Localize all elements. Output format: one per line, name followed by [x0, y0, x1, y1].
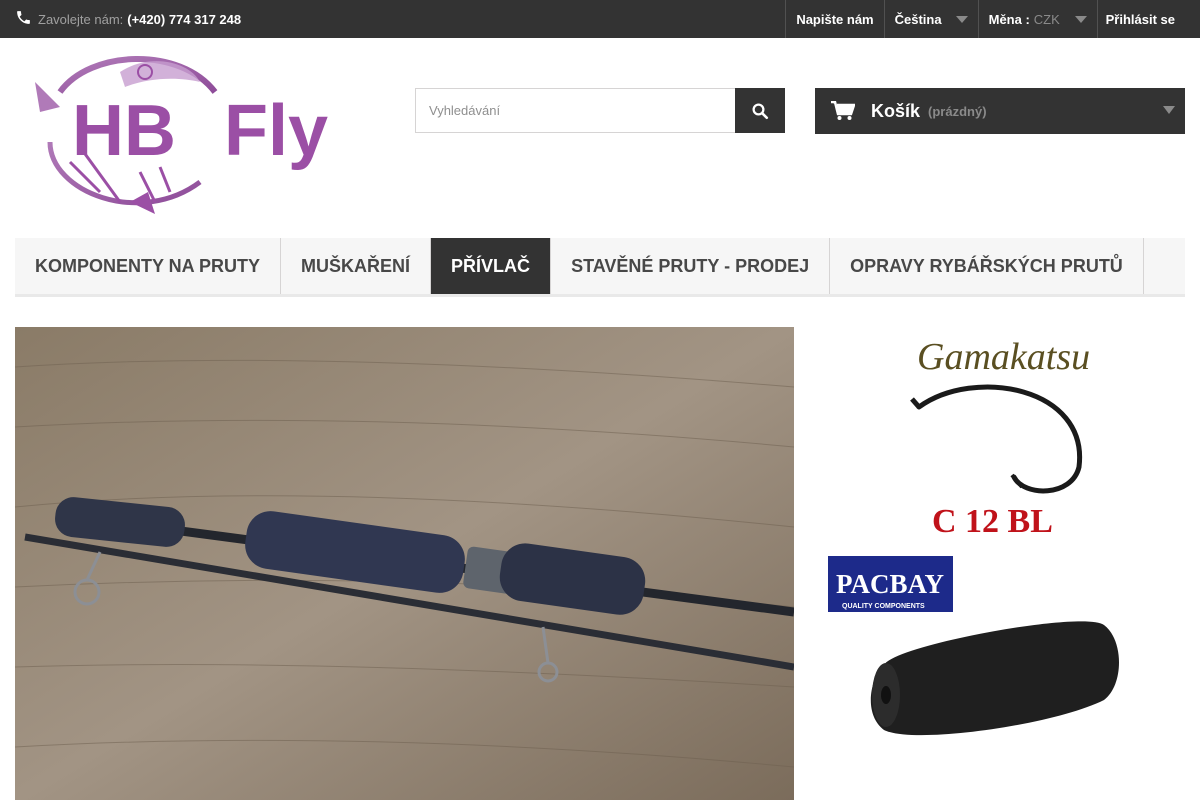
menu-item-komponenty[interactable]: Komponenty na pruty — [15, 238, 282, 294]
chevron-down-icon — [1163, 106, 1175, 114]
search-input[interactable] — [415, 88, 735, 133]
contact-label: Napište nám — [796, 11, 874, 27]
phone-contact: Zavolejte nám: (+420) 774 317 248 — [15, 0, 241, 38]
cart-status: (prázdný) — [928, 103, 987, 119]
search-bar — [415, 88, 785, 133]
menu-item-opravy[interactable]: Opravy rybářských prutů — [830, 238, 1144, 294]
menu-item-muskareni[interactable]: Muškaření — [281, 238, 432, 294]
menu-item-label: Přívlač — [451, 255, 531, 276]
menu-item-label: Komponenty na pruty — [35, 255, 261, 276]
homepage-slider-image[interactable] — [15, 327, 794, 800]
logo-text-secondary: Fly — [224, 91, 329, 171]
fishing-rod-photo — [15, 327, 794, 800]
phone-number[interactable]: (+420) 774 317 248 — [127, 12, 241, 27]
menu-item-label: Stavěné pruty - prodej — [571, 255, 810, 276]
pacbay-brand-text: PACBAY — [836, 569, 944, 599]
side-banners: Gamakatsu C 12 BL PACBAY QUALITY COMPONE… — [824, 327, 1185, 800]
phone-icon — [15, 9, 32, 29]
site-logo[interactable]: HB Fly — [30, 52, 340, 214]
cart-icon — [831, 101, 855, 120]
banner-gamakatsu[interactable]: Gamakatsu C 12 BL — [824, 327, 1185, 549]
main-menu: Komponenty na pruty Muškaření Přívlač St… — [15, 238, 1185, 297]
phone-label: Zavolejte nám: — [38, 11, 124, 27]
banner-pacbay[interactable]: PACBAY QUALITY COMPONENTS — [824, 555, 1185, 800]
login-link[interactable]: Přihlásit se — [1096, 0, 1200, 38]
gamakatsu-caption: C 12 BL — [932, 503, 1053, 540]
gamakatsu-brand-text: Gamakatsu — [917, 336, 1090, 378]
menu-item-privlac[interactable]: Přívlač — [431, 238, 552, 294]
contact-link[interactable]: Napište nám — [785, 0, 883, 38]
logo-text-primary: HB — [72, 91, 176, 171]
language-selector[interactable]: Čeština — [883, 0, 978, 38]
chevron-down-icon — [1074, 15, 1087, 23]
chevron-down-icon — [955, 15, 968, 23]
search-button[interactable] — [735, 88, 785, 133]
language-label: Čeština — [894, 11, 942, 27]
gamakatsu-hook-image: Gamakatsu C 12 BL — [824, 327, 1185, 549]
top-bar: Zavolejte nám: (+420) 774 317 248 Napišt… — [0, 0, 1200, 38]
cart-block[interactable]: Košík (prázdný) — [815, 88, 1185, 134]
cart-title: Košík — [871, 100, 921, 121]
pacbay-sub-text: QUALITY COMPONENTS — [842, 603, 925, 610]
currency-selector[interactable]: Měna : CZK — [977, 0, 1097, 38]
menu-item-label: Muškaření — [301, 255, 411, 276]
currency-label: Měna : — [988, 11, 1030, 27]
login-label: Přihlásit se — [1105, 11, 1175, 27]
search-icon — [752, 103, 769, 119]
currency-value: CZK — [1033, 11, 1060, 27]
pacbay-grip-image: PACBAY QUALITY COMPONENTS — [824, 555, 1185, 800]
menu-item-stavene-pruty[interactable]: Stavěné pruty - prodej — [551, 238, 831, 294]
menu-item-label: Opravy rybářských prutů — [850, 255, 1123, 276]
